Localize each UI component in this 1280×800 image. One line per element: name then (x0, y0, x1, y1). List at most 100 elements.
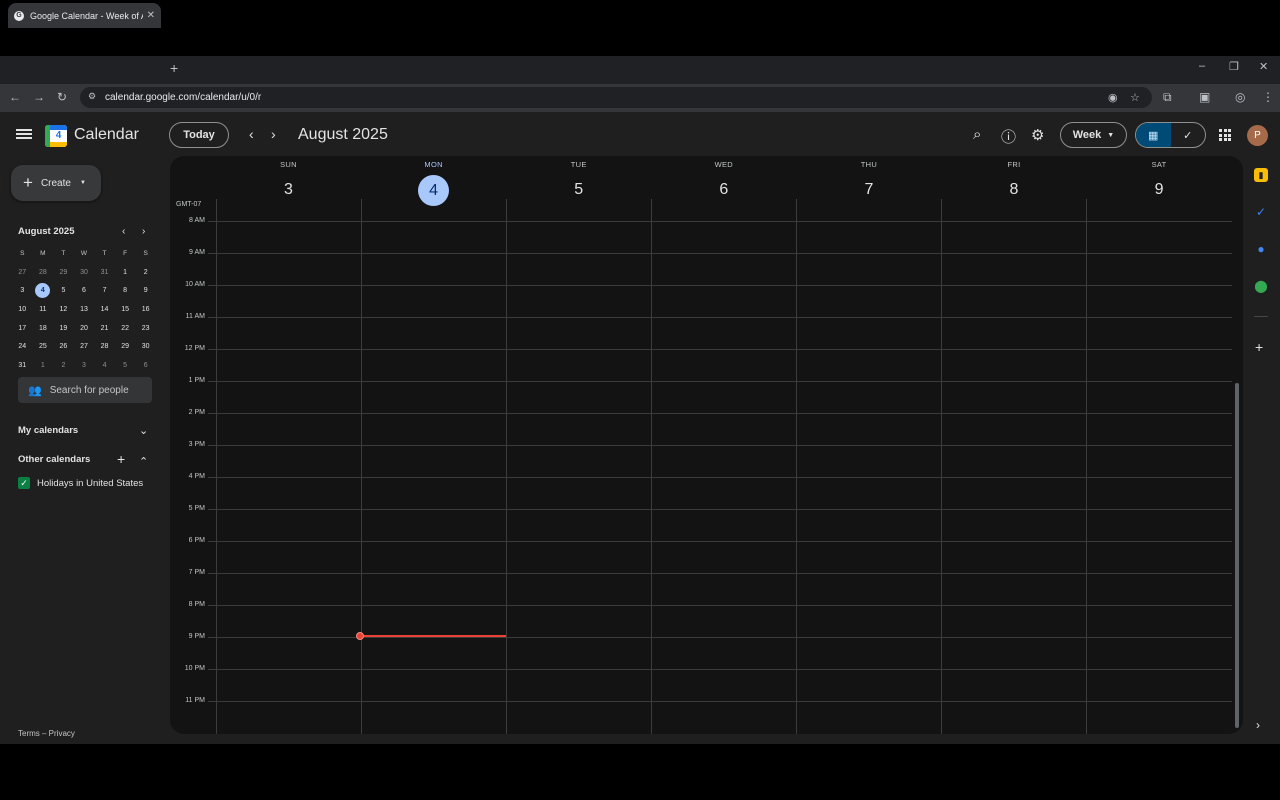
settings-gear-icon[interactable]: ⚙ (1031, 126, 1044, 144)
mini-day[interactable]: 28 (33, 269, 54, 276)
app-name[interactable]: Calendar (74, 126, 139, 144)
profile-icon[interactable]: ◎ (1235, 90, 1245, 104)
new-tab-button[interactable]: + (170, 60, 178, 76)
help-icon[interactable]: ⓘ (1001, 126, 1016, 147)
url-text[interactable]: calendar.google.com/calendar/u/0/r (105, 92, 261, 103)
extensions-icon[interactable]: ⧉ (1163, 90, 1172, 105)
day-header-tue[interactable]: TUE 5 (506, 160, 651, 205)
mini-day[interactable]: 3 (12, 287, 33, 294)
date-number[interactable]: 9 (1087, 175, 1232, 205)
mini-day[interactable]: 25 (33, 343, 54, 350)
mini-day[interactable]: 19 (53, 325, 74, 332)
window-close-icon[interactable]: ✕ (1259, 60, 1268, 73)
mini-day[interactable]: 31 (94, 269, 115, 276)
terms-privacy-links[interactable]: Terms – Privacy (18, 729, 75, 738)
other-calendars-header[interactable]: Other calendars (18, 454, 90, 465)
mini-day[interactable]: 27 (12, 269, 33, 276)
date-number[interactable]: 3 (216, 175, 361, 205)
back-icon[interactable]: ← (9, 90, 21, 104)
mini-day[interactable]: 22 (115, 325, 136, 332)
mini-day[interactable]: 30 (135, 343, 156, 350)
calendar-view-icon[interactable]: ▦ (1136, 123, 1171, 147)
mini-day[interactable]: 1 (115, 269, 136, 276)
mini-day[interactable]: 18 (33, 325, 54, 332)
mini-day[interactable]: 2 (135, 269, 156, 276)
eye-icon[interactable]: ◉ (1108, 91, 1118, 104)
main-menu-icon[interactable] (16, 127, 32, 141)
my-calendars-header[interactable]: My calendars (18, 425, 78, 436)
day-header-sun[interactable]: SUN 3 (216, 160, 361, 205)
mini-day[interactable]: 12 (53, 306, 74, 313)
restore-icon[interactable]: ❐ (1229, 60, 1239, 73)
calendar-logo-icon[interactable]: 4 (45, 125, 67, 147)
mini-day[interactable]: 20 (74, 325, 95, 332)
google-apps-icon[interactable] (1219, 129, 1231, 141)
chevron-down-icon[interactable]: ⌄ (139, 424, 148, 437)
mini-day[interactable]: 15 (115, 306, 136, 313)
mini-day[interactable]: 17 (12, 325, 33, 332)
mini-day[interactable]: 5 (53, 287, 74, 294)
mini-next-month-icon[interactable]: › (142, 226, 145, 237)
minimize-icon[interactable]: – (1199, 60, 1205, 72)
mini-day[interactable]: 4 (94, 362, 115, 369)
day-header-sat[interactable]: SAT 9 (1087, 160, 1232, 205)
mini-day[interactable]: 21 (94, 325, 115, 332)
view-selector[interactable]: Week ▼ (1060, 122, 1127, 148)
mini-day[interactable]: 1 (33, 362, 54, 369)
mini-day[interactable]: 31 (12, 362, 33, 369)
mini-day[interactable]: 10 (12, 306, 33, 313)
mini-day[interactable]: 28 (94, 343, 115, 350)
tasks-view-icon[interactable]: ✓ (1171, 123, 1206, 147)
day-header-fri[interactable]: FRI 8 (942, 160, 1087, 205)
contacts-icon[interactable]: ● (1254, 242, 1268, 256)
date-number[interactable]: 8 (942, 175, 1087, 205)
mini-day-selected[interactable]: 4 (33, 283, 54, 299)
mini-day[interactable]: 13 (74, 306, 95, 313)
mini-day[interactable]: 29 (115, 343, 136, 350)
add-calendar-icon[interactable]: + (117, 451, 125, 467)
day-header-thu[interactable]: THU 7 (796, 160, 941, 205)
get-addons-icon[interactable]: + (1255, 339, 1263, 355)
browser-menu-icon[interactable]: ⋮ (1262, 90, 1274, 104)
mini-day[interactable]: 5 (115, 362, 136, 369)
side-panel-icon[interactable]: ▣ (1199, 90, 1210, 104)
mini-day[interactable]: 27 (74, 343, 95, 350)
checkbox-icon[interactable]: ✓ (18, 477, 30, 489)
mini-day[interactable]: 6 (74, 287, 95, 294)
mini-day[interactable]: 9 (135, 287, 156, 294)
mini-day[interactable]: 30 (74, 269, 95, 276)
mini-day[interactable]: 24 (12, 343, 33, 350)
calendar-tasks-toggle[interactable]: ▦ ✓ (1135, 122, 1206, 148)
search-people-input[interactable]: 👥 Search for people (18, 377, 152, 403)
mini-day[interactable]: 23 (135, 325, 156, 332)
mini-day[interactable]: 26 (53, 343, 74, 350)
day-header-wed[interactable]: WED 6 (651, 160, 796, 205)
tab-close-icon[interactable]: ✕ (147, 10, 155, 21)
calendar-list-item[interactable]: ✓ Holidays in United States (18, 477, 143, 489)
previous-week-icon[interactable]: ‹ (249, 126, 254, 142)
scrollbar-thumb[interactable] (1235, 383, 1239, 728)
date-number[interactable]: 7 (796, 175, 941, 205)
mini-day[interactable]: 8 (115, 287, 136, 294)
today-button[interactable]: Today (169, 122, 229, 148)
mini-day[interactable]: 16 (135, 306, 156, 313)
date-number[interactable]: 5 (506, 175, 651, 205)
create-button[interactable]: + Create ▼ (11, 165, 101, 201)
account-avatar[interactable]: P (1247, 125, 1268, 146)
search-icon[interactable]: ⌕ (973, 126, 981, 143)
mini-day[interactable]: 29 (53, 269, 74, 276)
day-header-mon[interactable]: MON 4 (361, 160, 506, 206)
today-date-number[interactable]: 4 (361, 175, 506, 206)
mini-day[interactable]: 3 (74, 362, 95, 369)
next-week-icon[interactable]: › (271, 126, 276, 142)
mini-day[interactable]: 7 (94, 287, 115, 294)
bookmark-star-icon[interactable]: ☆ (1130, 91, 1140, 104)
maps-icon[interactable]: ⬤ (1254, 279, 1268, 293)
browser-tab[interactable]: G Google Calendar - Week of August 3, 20… (8, 3, 161, 28)
mini-day[interactable]: 6 (135, 362, 156, 369)
reload-icon[interactable]: ↻ (57, 90, 67, 104)
mini-day[interactable]: 2 (53, 362, 74, 369)
mini-day[interactable]: 14 (94, 306, 115, 313)
keep-icon[interactable]: ▮ (1254, 168, 1268, 182)
forward-icon[interactable]: → (33, 90, 45, 104)
